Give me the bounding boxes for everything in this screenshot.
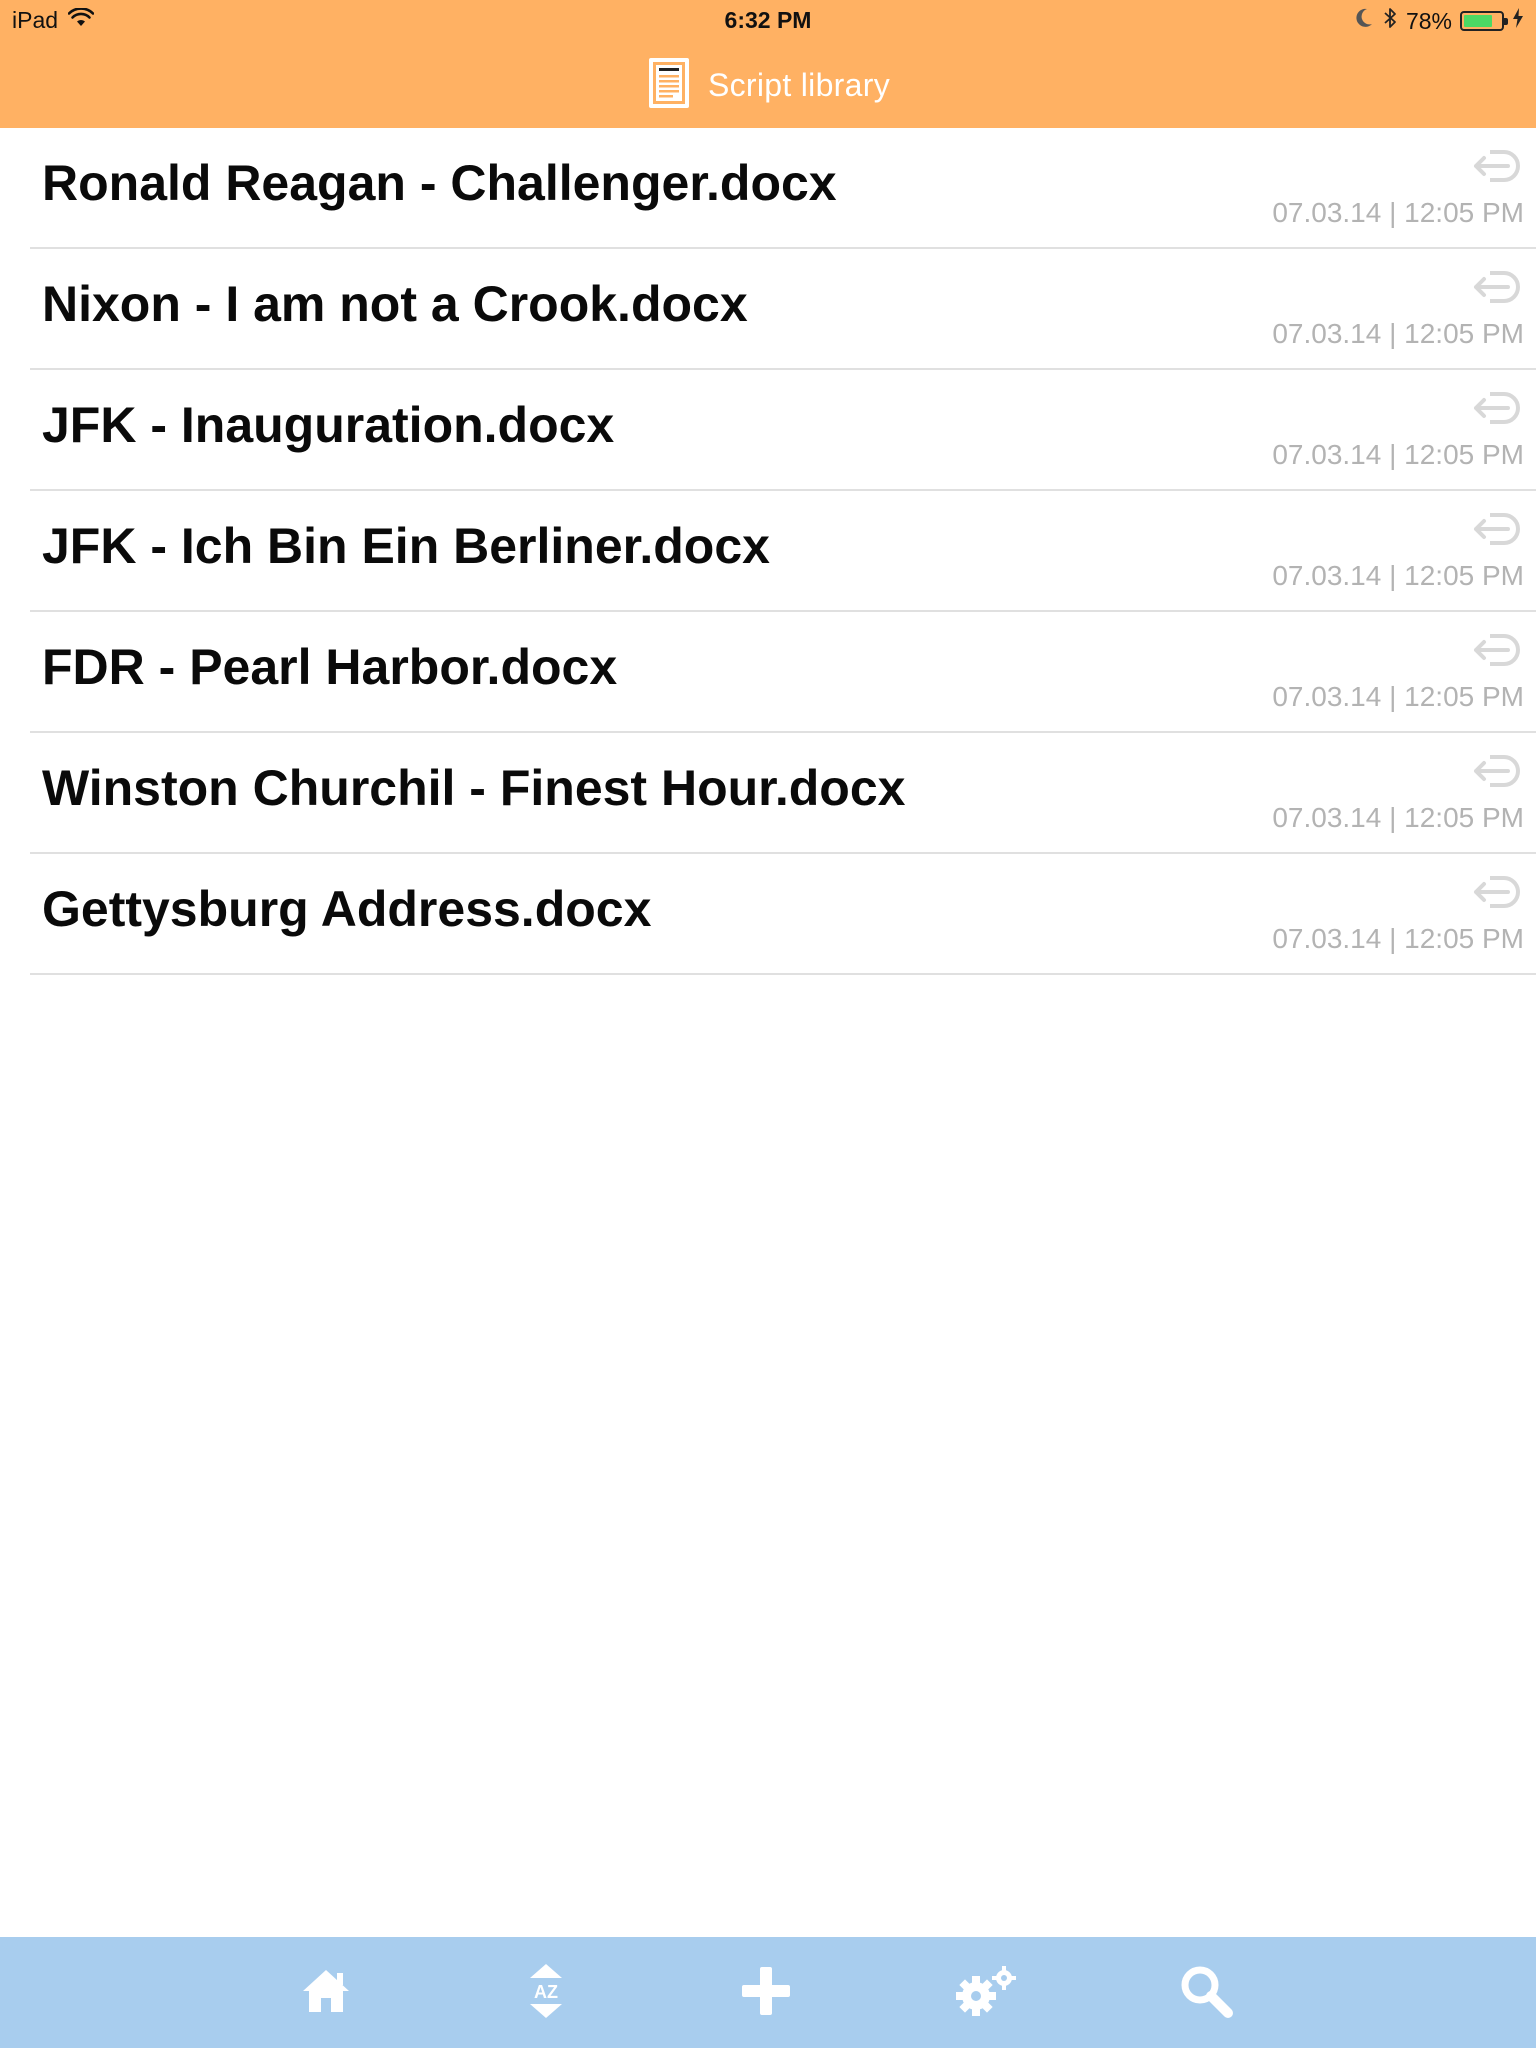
file-name: Ronald Reagan - Challenger.docx [42, 155, 837, 211]
battery-percent: 78% [1405, 7, 1452, 34]
share-icon[interactable] [1468, 874, 1524, 910]
share-icon[interactable] [1468, 753, 1524, 789]
file-date: 07.03.14 | 12:05 PM [1272, 923, 1524, 954]
status-bar: iPad 6:32 PM 78% [0, 0, 1536, 40]
file-row[interactable]: Nixon - I am not a Crook.docx 07.03.14 |… [30, 249, 1536, 370]
header: iPad 6:32 PM 78% Script library [0, 0, 1536, 128]
file-row[interactable]: FDR - Pearl Harbor.docx 07.03.14 | 12:05… [30, 612, 1536, 733]
file-date: 07.03.14 | 12:05 PM [1272, 681, 1524, 712]
search-button[interactable] [1178, 1965, 1234, 2021]
share-icon[interactable] [1468, 511, 1524, 547]
file-name: Winston Churchil - Finest Hour.docx [42, 760, 906, 816]
settings-button[interactable] [956, 1965, 1016, 2021]
file-row[interactable]: Ronald Reagan - Challenger.docx 07.03.14… [30, 128, 1536, 249]
file-row[interactable]: JFK - Ich Bin Ein Berliner.docx 07.03.14… [30, 491, 1536, 612]
file-name: Nixon - I am not a Crook.docx [42, 276, 748, 332]
file-date: 07.03.14 | 12:05 PM [1272, 197, 1524, 228]
add-button[interactable] [738, 1965, 794, 2021]
file-date: 07.03.14 | 12:05 PM [1272, 318, 1524, 349]
file-name: Gettysburg Address.docx [42, 881, 652, 937]
share-icon[interactable] [1468, 390, 1524, 426]
document-icon [646, 55, 692, 116]
file-date: 07.03.14 | 12:05 PM [1272, 802, 1524, 833]
file-row[interactable]: Gettysburg Address.docx 07.03.14 | 12:05… [30, 854, 1536, 975]
file-list: Ronald Reagan - Challenger.docx 07.03.14… [0, 128, 1536, 975]
home-button[interactable] [298, 1965, 354, 2021]
share-icon[interactable] [1468, 148, 1524, 184]
charging-icon [1512, 7, 1524, 35]
file-row[interactable]: JFK - Inauguration.docx 07.03.14 | 12:05… [30, 370, 1536, 491]
page-title: Script library [707, 67, 890, 103]
battery-icon [1460, 11, 1508, 31]
nav-bar: Script library [0, 55, 1536, 116]
settings-icon [952, 1964, 1020, 2023]
moon-icon [1354, 7, 1374, 35]
home-icon [299, 1964, 353, 2023]
file-name: JFK - Ich Bin Ein Berliner.docx [42, 518, 770, 574]
file-date: 07.03.14 | 12:05 PM [1272, 560, 1524, 591]
share-icon[interactable] [1468, 632, 1524, 668]
file-row[interactable]: Winston Churchil - Finest Hour.docx 07.0… [30, 733, 1536, 854]
search-icon [1178, 1963, 1234, 2024]
battery-fill [1464, 15, 1492, 27]
file-date: 07.03.14 | 12:05 PM [1272, 439, 1524, 470]
sort-button[interactable]: AZ [518, 1963, 574, 2021]
sort-az-icon: AZ [526, 1962, 566, 2025]
file-name: FDR - Pearl Harbor.docx [42, 639, 618, 695]
add-icon [739, 1964, 793, 2023]
file-name: JFK - Inauguration.docx [42, 397, 615, 453]
status-time: 6:32 PM [724, 7, 812, 33]
share-icon[interactable] [1468, 269, 1524, 305]
sort-az-label: AZ [534, 1982, 558, 2002]
bottom-toolbar: AZ [0, 1937, 1536, 2048]
bluetooth-icon [1382, 6, 1398, 36]
